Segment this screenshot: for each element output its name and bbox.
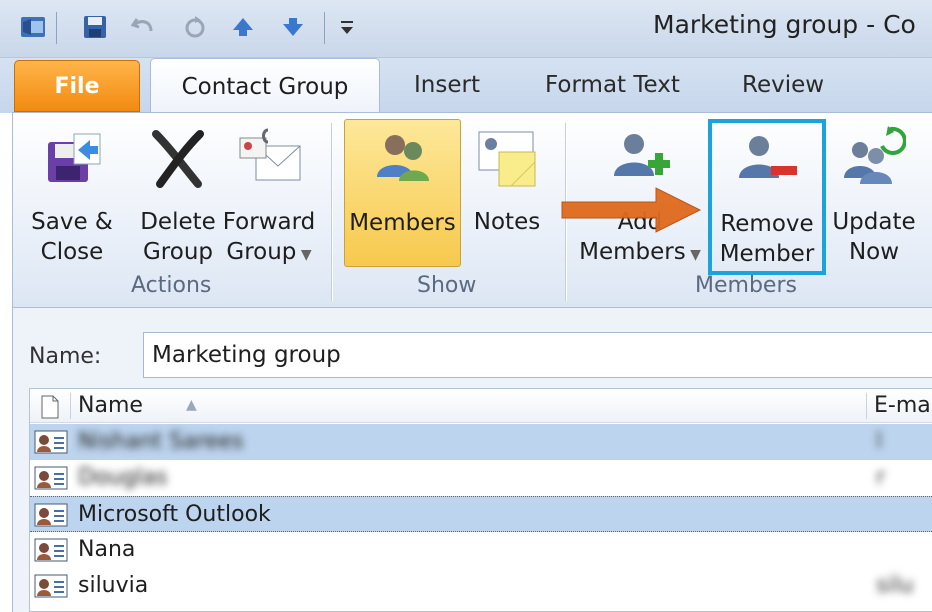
member-email: l	[876, 429, 883, 454]
member-name: Douglas	[78, 465, 168, 490]
delete-group-button[interactable]: Delete Group	[125, 121, 231, 271]
notes-icon	[470, 121, 544, 195]
group-label-show: Show	[417, 273, 477, 298]
list-item[interactable]: Microsoft Outlook	[30, 496, 932, 532]
members-list[interactable]: Name ▲ E-ma Nishant Sarees l Douglas r Micro…	[29, 388, 932, 612]
add-members-label-2: Members	[579, 239, 686, 265]
annotation-arrow-icon	[561, 187, 702, 233]
toolbar-separator	[324, 12, 325, 44]
document-icon	[40, 395, 60, 423]
tab-format-text[interactable]: Format Text	[545, 72, 680, 98]
update-now-icon	[837, 121, 911, 195]
list-item[interactable]: Nishant Sarees l	[30, 424, 932, 460]
save-close-label-2: Close	[40, 239, 104, 265]
contact-card-icon	[34, 537, 68, 567]
save-close-icon	[35, 121, 109, 195]
undo-icon[interactable]	[128, 12, 158, 42]
list-item[interactable]: Nana	[30, 532, 932, 568]
forward-group-button[interactable]: Forward Group ▼	[219, 121, 319, 271]
window-title: Marketing group - Co	[653, 10, 916, 39]
forward-group-label-2: Group	[226, 239, 297, 265]
update-now-label-1: Update	[832, 209, 916, 235]
name-input[interactable]	[143, 332, 932, 378]
member-email: silu	[876, 573, 914, 598]
update-now-label-2: Now	[848, 239, 900, 265]
contact-group-form: Name: Name ▲ E-ma Nishant Sarees l Douglas…	[12, 308, 932, 612]
ribbon: Save & Close Delete Group Forward Group ▼ A…	[12, 112, 932, 308]
contact-card-icon	[34, 502, 68, 532]
up-arrow-icon[interactable]	[228, 12, 258, 42]
group-label-actions: Actions	[131, 273, 212, 298]
name-label: Name:	[29, 344, 102, 369]
members-view-label: Members	[349, 210, 456, 236]
remove-member-label-1: Remove	[720, 211, 814, 237]
tab-contact-group[interactable]: Contact Group	[150, 58, 380, 114]
chevron-down-icon: ▼	[296, 247, 312, 263]
chevron-down-icon: ▼	[685, 247, 701, 263]
forward-group-icon	[232, 121, 306, 195]
contact-card-icon	[34, 573, 68, 603]
contact-card-icon	[34, 465, 68, 495]
customize-icon[interactable]	[332, 12, 362, 42]
update-now-button[interactable]: Update Now	[825, 121, 923, 271]
tab-review[interactable]: Review	[742, 72, 824, 98]
notes-label: Notes	[473, 209, 541, 235]
remove-member-label-2: Member	[719, 241, 815, 267]
sort-ascending-icon: ▲	[186, 397, 197, 413]
toolbar-separator	[56, 12, 57, 44]
member-name: Nishant Sarees	[78, 429, 244, 454]
save-icon[interactable]	[80, 12, 110, 42]
group-separator	[331, 123, 332, 301]
remove-member-icon	[730, 123, 804, 197]
save-close-button[interactable]: Save & Close	[27, 121, 117, 271]
member-name: siluvia	[78, 573, 149, 598]
delete-group-label-1: Delete	[140, 209, 216, 235]
list-item[interactable]: siluvia silu	[30, 568, 932, 604]
delete-icon	[141, 121, 215, 195]
contact-card-icon	[34, 429, 68, 459]
ribbon-tabs: File Contact Group Insert Format Text Re…	[0, 58, 932, 114]
column-separator	[70, 393, 71, 419]
outlook-app-icon[interactable]	[18, 12, 48, 42]
member-name: Microsoft Outlook	[78, 502, 271, 527]
forward-group-label-1: Forward	[222, 209, 316, 235]
column-header-name[interactable]: Name	[78, 393, 143, 418]
group-label-members: Members	[695, 273, 797, 298]
list-header: Name ▲ E-ma	[30, 389, 932, 423]
save-close-label-1: Save &	[31, 209, 113, 235]
remove-member-button[interactable]: Remove Member	[708, 119, 826, 275]
member-email: r	[876, 465, 886, 490]
column-separator	[866, 393, 867, 419]
title-bar: Marketing group - Co	[0, 0, 932, 58]
member-name: Nana	[78, 537, 136, 562]
members-view-button[interactable]: Members	[344, 119, 461, 267]
tab-file[interactable]: File	[14, 60, 140, 112]
down-arrow-icon[interactable]	[278, 12, 308, 42]
notes-button[interactable]: Notes	[465, 121, 549, 271]
members-icon	[366, 120, 440, 194]
tab-insert[interactable]: Insert	[414, 72, 480, 98]
column-header-email[interactable]: E-ma	[874, 393, 931, 418]
redo-icon[interactable]	[180, 12, 210, 42]
list-item[interactable]: Douglas r	[30, 460, 932, 496]
delete-group-label-2: Group	[142, 239, 213, 265]
